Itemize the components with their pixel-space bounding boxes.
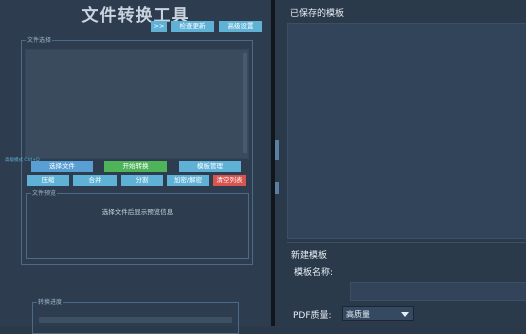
encrypt-decrypt-button[interactable]: 加密/解密 [167,175,209,186]
pdf-quality-label: PDF质量: [293,311,332,321]
file-select-group-title: 文件选择 [26,36,53,45]
preview-group: 文件预览 选择文件后显示预览信息 [26,189,249,259]
pdf-quality-select[interactable]: 高质量 [342,306,414,321]
saved-templates-heading: 已保存的模板 [290,9,345,19]
template-manage-button[interactable]: 模板管理 [179,161,241,172]
compress-button[interactable]: 压缩 [27,175,69,186]
clear-list-button[interactable]: 清空列表 [213,175,246,186]
preview-placeholder: 选择文件后显示预览信息 [101,208,174,216]
main-window: 文件转换工具 >> 检查更新 高级设置 文件选择 高级模式 Ctrl+D 选择文… [0,0,271,334]
preview-group-title: 文件预览 [31,189,58,198]
pdf-quality-value: 高质量 [346,310,370,319]
advanced-settings-button[interactable]: 高级设置 [219,21,262,32]
section-separator [287,242,526,243]
file-list[interactable] [25,49,249,159]
saved-templates-list[interactable] [287,23,526,239]
progress-group-title: 转换进度 [37,298,64,307]
template-name-label: 模板名称: [294,268,334,278]
chevron-down-icon [401,312,409,317]
start-convert-button[interactable]: 开始转换 [104,161,167,172]
right-edge-strip-top [275,140,279,160]
select-file-button[interactable]: 选择文件 [31,161,93,172]
progress-group: 转换进度 [32,298,239,334]
check-update-button[interactable]: 检查更新 [171,21,214,32]
template-name-input[interactable] [350,282,526,301]
new-template-heading: 新建模板 [291,251,328,261]
progress-bar [39,317,232,323]
split-button[interactable]: 分割 [121,175,163,186]
right-edge-strip-bottom [275,182,279,194]
merge-button[interactable]: 合并 [73,175,117,186]
expand-button[interactable]: >> [151,21,167,32]
file-list-scrollbar[interactable] [243,53,247,153]
